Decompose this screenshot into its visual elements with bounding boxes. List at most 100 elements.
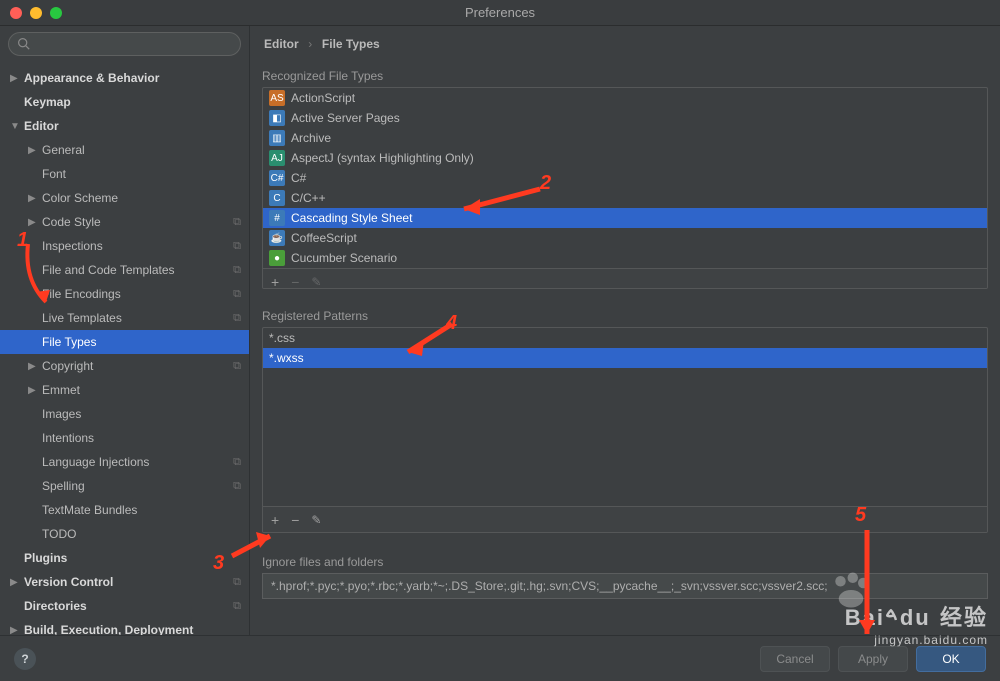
sidebar-item[interactable]: Images [0, 402, 249, 426]
watermark-paw-icon [830, 569, 872, 611]
sidebar-item[interactable]: Language Injections⧉ [0, 450, 249, 474]
sidebar-item-label: TODO [42, 527, 249, 541]
sidebar-item[interactable]: TODO [0, 522, 249, 546]
filetype-row[interactable]: CC/C++ [263, 188, 987, 208]
sidebar-item[interactable]: ▶Version Control⧉ [0, 570, 249, 594]
tree-arrow-icon: ▶ [28, 361, 42, 372]
help-button[interactable]: ? [14, 648, 36, 670]
filetype-row[interactable]: ◧ Active Server Pages [263, 108, 987, 128]
filetype-icon: # [269, 210, 285, 226]
sidebar-item[interactable]: File Types [0, 330, 249, 354]
sidebar-item[interactable]: ▶Color Scheme [0, 186, 249, 210]
tree-arrow-icon: ▶ [28, 385, 42, 396]
edit-filetype-button[interactable]: ✎ [311, 275, 321, 289]
patterns-toolbar: + − ✎ [263, 506, 987, 532]
sidebar-item[interactable]: ▶Emmet [0, 378, 249, 402]
sidebar-item-label: Directories [24, 599, 249, 613]
sidebar-item-label: Font [42, 167, 249, 181]
sidebar-item-label: Spelling [42, 479, 249, 493]
filetype-icon: ◧ [269, 110, 285, 126]
sidebar-item[interactable]: TextMate Bundles [0, 498, 249, 522]
tree-arrow-icon: ▶ [10, 73, 24, 84]
recognized-file-types-list[interactable]: AS ActionScript ◧ Active Server Pages ▥Archi… [262, 87, 988, 289]
sidebar-item-label: Code Style [42, 215, 249, 229]
cancel-button[interactable]: Cancel [760, 646, 830, 672]
project-config-icon: ⧉ [233, 216, 241, 229]
filetype-label: Active Server Pages [291, 111, 400, 125]
sidebar-item[interactable]: Intentions [0, 426, 249, 450]
filetype-label: CoffeeScript [291, 231, 357, 245]
sidebar-item-label: Images [42, 407, 249, 421]
sidebar-item[interactable]: ▶Build, Execution, Deployment [0, 618, 249, 635]
tree-arrow-icon: ▶ [28, 145, 42, 156]
filetype-label: Archive [291, 131, 331, 145]
sidebar-item[interactable]: ▼Editor [0, 114, 249, 138]
sidebar-item-label: Keymap [24, 95, 249, 109]
sidebar-item[interactable]: Font [0, 162, 249, 186]
filetype-row[interactable]: #Cascading Style Sheet [263, 208, 987, 228]
add-filetype-button[interactable]: + [271, 274, 279, 290]
sidebar-item[interactable]: Spelling⧉ [0, 474, 249, 498]
ignore-label: Ignore files and folders [262, 555, 988, 569]
sidebar-item-label: Appearance & Behavior [24, 71, 249, 85]
sidebar-item-label: Build, Execution, Deployment [24, 623, 249, 635]
sidebar-item-label: Emmet [42, 383, 249, 397]
apply-button[interactable]: Apply [838, 646, 908, 672]
breadcrumb-root[interactable]: Editor [264, 37, 299, 51]
sidebar-item-label: Inspections [42, 239, 249, 253]
sidebar-item-label: Copyright [42, 359, 249, 373]
filetype-row[interactable]: ▥Archive [263, 128, 987, 148]
tree-arrow-icon: ▶ [10, 625, 24, 636]
filetype-row[interactable]: AJAspectJ (syntax Highlighting Only) [263, 148, 987, 168]
remove-filetype-button[interactable]: − [291, 274, 299, 290]
pattern-row[interactable]: *.wxss [263, 348, 987, 368]
sidebar-item[interactable]: Keymap [0, 90, 249, 114]
tree-arrow-icon: ▼ [10, 121, 24, 132]
search-icon [17, 37, 30, 53]
filetype-row[interactable]: ●Cucumber Scenario [263, 248, 987, 268]
footer: ? Cancel Apply OK [0, 635, 1000, 681]
sidebar-item[interactable]: Directories⧉ [0, 594, 249, 618]
search-field[interactable] [8, 32, 241, 56]
project-config-icon: ⧉ [233, 360, 241, 373]
tree-arrow-icon: ▶ [28, 193, 42, 204]
ignore-input[interactable] [262, 573, 988, 599]
edit-pattern-button[interactable]: ✎ [311, 513, 321, 527]
filetype-label: C# [291, 171, 306, 185]
tree-arrow-icon: ▶ [28, 217, 42, 228]
sidebar-item[interactable]: Live Templates⧉ [0, 306, 249, 330]
filetype-icon: AS [269, 90, 285, 106]
registered-patterns-list[interactable]: *.css*.wxss + − ✎ [262, 327, 988, 533]
project-config-icon: ⧉ [233, 480, 241, 493]
sidebar-item[interactable]: ▶Copyright⧉ [0, 354, 249, 378]
filetype-icon: C# [269, 170, 285, 186]
ok-button[interactable]: OK [916, 646, 986, 672]
filetype-label: AspectJ (syntax Highlighting Only) [291, 151, 474, 165]
pattern-row[interactable]: *.css [263, 328, 987, 348]
sidebar-item-label: General [42, 143, 249, 157]
search-input[interactable] [8, 32, 241, 56]
sidebar-item[interactable]: Plugins [0, 546, 249, 570]
main-panel: Editor › File Types Recognized File Type… [250, 26, 1000, 635]
sidebar-item[interactable]: Inspections⧉ [0, 234, 249, 258]
filetype-label: ActionScript [291, 91, 355, 105]
filetype-row[interactable]: AS ActionScript [263, 88, 987, 108]
sidebar-item[interactable]: File Encodings⧉ [0, 282, 249, 306]
filetype-label: C/C++ [291, 191, 326, 205]
filetype-row[interactable]: C# C# [263, 168, 987, 188]
remove-pattern-button[interactable]: − [291, 512, 299, 528]
project-config-icon: ⧉ [233, 600, 241, 613]
breadcrumb-current: File Types [322, 37, 380, 51]
sidebar-item-label: File Encodings [42, 287, 249, 301]
sidebar-item-label: Intentions [42, 431, 249, 445]
tree-arrow-icon: ▶ [10, 577, 24, 588]
recognized-toolbar: + − ✎ [263, 268, 987, 289]
project-config-icon: ⧉ [233, 456, 241, 469]
sidebar-item[interactable]: ▶Appearance & Behavior [0, 66, 249, 90]
sidebar-item[interactable]: File and Code Templates⧉ [0, 258, 249, 282]
sidebar-item[interactable]: ▶General [0, 138, 249, 162]
sidebar-item-label: File Types [42, 335, 249, 349]
sidebar-item[interactable]: ▶Code Style⧉ [0, 210, 249, 234]
add-pattern-button[interactable]: + [271, 512, 279, 528]
filetype-row[interactable]: ☕CoffeeScript [263, 228, 987, 248]
